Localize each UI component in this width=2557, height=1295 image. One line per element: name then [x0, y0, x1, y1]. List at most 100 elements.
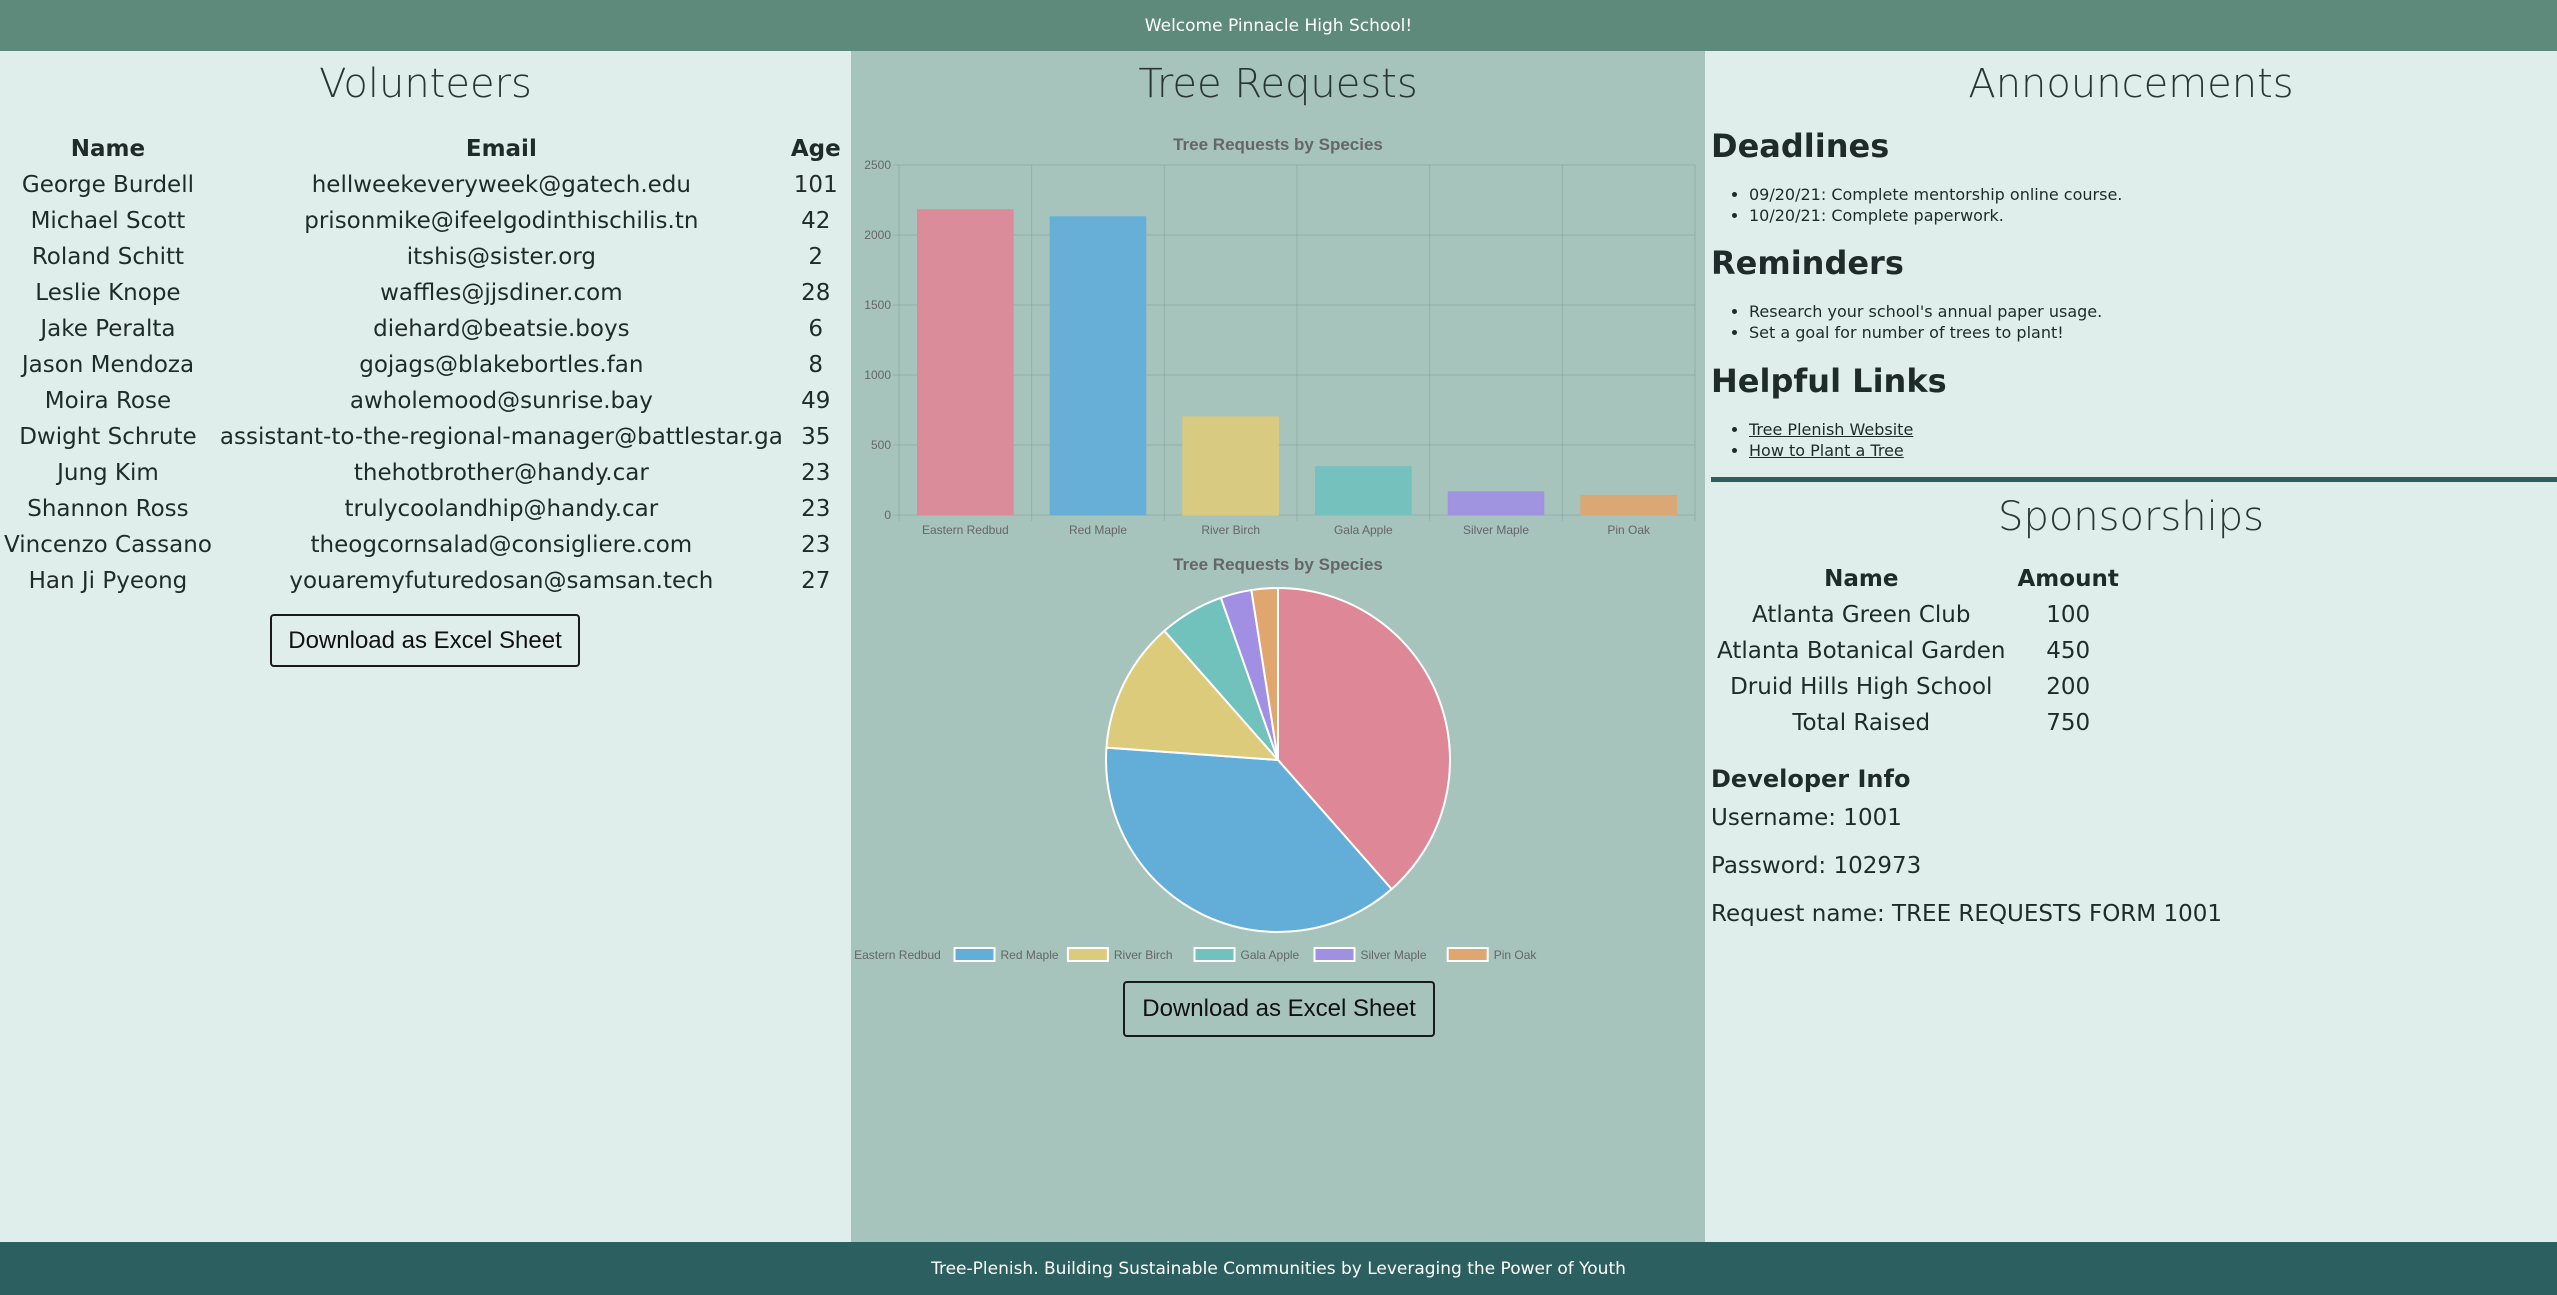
download-tree-requests-button[interactable]: Download as Excel Sheet [1123, 981, 1435, 1037]
helpful-links-list: Tree Plenish Website How to Plant a Tree [1749, 419, 1913, 461]
reminder-item: Research your school's annual paper usag… [1749, 301, 2102, 322]
pie-legend-label: Gala Apple [1241, 948, 1300, 962]
bar-x-tick-label: Eastern Redbud [922, 523, 1009, 537]
sponsor-amount: 200 [2046, 674, 2091, 700]
column-header-email: Email [465, 136, 537, 162]
volunteer-row: Leslie Knope waffles@jjsdiner.com 28 [0, 275, 845, 311]
sponsor-name: Total Raised [1792, 710, 1931, 736]
deadlines-list: 09/20/21: Complete mentorship online cou… [1749, 184, 2122, 226]
volunteers-table-body: George Burdell hellweekeveryweek@gatech.e… [0, 167, 845, 599]
sponsorship-row: Atlanta Green Club 100 [1711, 597, 2125, 633]
developer-username: Username: 1001 [1711, 805, 1902, 831]
volunteer-age: 2 [808, 244, 824, 270]
welcome-banner: Welcome Pinnacle High School! [0, 0, 2557, 51]
tree-plenish-website-link[interactable]: Tree Plenish Website [1749, 420, 1913, 439]
volunteer-name: Jason Mendoza [21, 352, 195, 378]
bar-x-tick-label: River Birch [1201, 523, 1260, 537]
volunteer-email: waffles@jjsdiner.com [380, 280, 623, 306]
bar-red-maple [1049, 216, 1147, 516]
volunteer-email: itshis@sister.org [406, 244, 596, 270]
volunteers-header-row: Name Email Age [0, 131, 845, 167]
reminders-heading: Reminders [1711, 244, 1904, 282]
volunteer-name: Jake Peralta [40, 316, 176, 342]
bar-eastern-redbud [917, 209, 1014, 516]
bar-x-tick-label: Silver Maple [1463, 523, 1529, 537]
volunteer-row: Moira Rose awholemood@sunrise.bay 49 [0, 383, 845, 419]
sponsor-amount: 750 [2046, 710, 2091, 736]
pie-legend-swatch [953, 947, 996, 962]
volunteer-row: Shannon Ross trulycoolandhip@handy.car 23 [0, 491, 845, 527]
volunteer-name: Moira Rose [44, 388, 172, 414]
volunteer-name: Jung Kim [57, 460, 159, 486]
sponsorships-table: Name Amount Atlanta Green Club 100 Atlanta… [1711, 561, 2125, 741]
volunteer-email: gojags@blakebortles.fan [359, 352, 644, 378]
sponsorships-header-row: Name Amount [1711, 561, 2125, 597]
deadline-item: 10/20/21: Complete paperwork. [1749, 205, 2122, 226]
bar-chart-title: Tree Requests by Species [1173, 135, 1383, 154]
volunteer-row: George Burdell hellweekeveryweek@gatech.e… [0, 167, 845, 203]
volunteer-row: Vincenzo Cassano theogcornsalad@consiglie… [0, 527, 845, 563]
bar-pin-oak [1580, 494, 1677, 516]
helpful-links-heading: Helpful Links [1711, 362, 1947, 400]
sponsorship-row: Druid Hills High School 200 [1711, 669, 2125, 705]
footer-text: Tree-Plenish. Building Sustainable Commu… [931, 1258, 1626, 1279]
column-header-age: Age [790, 136, 841, 162]
volunteer-age: 23 [801, 532, 831, 558]
bar-y-tick-label: 1500 [864, 298, 891, 312]
developer-request-name: Request name: TREE REQUESTS FORM 1001 [1711, 901, 2222, 927]
volunteer-row: Jason Mendoza gojags@blakebortles.fan 8 [0, 347, 845, 383]
volunteer-name: George Burdell [21, 172, 194, 198]
volunteer-row: Jung Kim thehotbrother@handy.car 23 [0, 455, 845, 491]
pie-legend-swatch [1446, 947, 1489, 962]
column-header-amount: Amount [2017, 566, 2119, 592]
how-to-plant-a-tree-link[interactable]: How to Plant a Tree [1749, 441, 1904, 460]
volunteer-email: thehotbrother@handy.car [353, 460, 649, 486]
volunteer-age: 6 [808, 316, 824, 342]
bar-y-tick-label: 500 [871, 438, 891, 452]
sponsorships-title: Sponsorships [1998, 494, 2264, 540]
bar-river-birch [1182, 416, 1279, 516]
sponsor-amount: 100 [2046, 602, 2091, 628]
bar-x-tick-label: Pin Oak [1607, 523, 1651, 537]
sponsor-name: Atlanta Green Club [1752, 602, 1971, 628]
volunteer-email: assistant-to-the-regional-manager@battle… [219, 424, 783, 450]
volunteer-row: Michael Scott prisonmike@ifeelgodinthisch… [0, 203, 845, 239]
bar-gala-apple [1315, 466, 1412, 516]
announcements-title: Announcements [1968, 61, 2294, 107]
volunteer-row: Roland Schitt itshis@sister.org 2 [0, 239, 845, 275]
bar-y-tick-label: 2500 [864, 158, 891, 172]
pie-chart-title: Tree Requests by Species [1173, 555, 1383, 574]
volunteer-email: trulycoolandhip@handy.car [344, 496, 659, 522]
volunteer-email: diehard@beatsie.boys [373, 316, 630, 342]
column-header-name: Name [70, 136, 146, 162]
volunteer-age: 23 [801, 460, 831, 486]
volunteer-age: 49 [801, 388, 831, 414]
volunteer-age: 27 [801, 568, 831, 594]
bar-y-tick-label: 0 [884, 508, 891, 522]
reminder-item: Set a goal for number of trees to plant! [1749, 322, 2102, 343]
sponsorships-table-body: Atlanta Green Club 100 Atlanta Botanical G… [1711, 597, 2125, 741]
volunteers-title: Volunteers [319, 61, 532, 107]
volunteer-name: Leslie Knope [35, 280, 181, 306]
deadline-item: 09/20/21: Complete mentorship online cou… [1749, 184, 2122, 205]
volunteer-row: Han Ji Pyeong youaremyfuturedosan@samsan.… [0, 563, 845, 599]
volunteer-name: Shannon Ross [27, 496, 189, 522]
welcome-text: Welcome Pinnacle High School! [1144, 15, 1413, 36]
sponsor-name: Atlanta Botanical Garden [1717, 638, 2006, 664]
volunteer-age: 28 [801, 280, 831, 306]
helpful-link-item: Tree Plenish Website [1749, 419, 1913, 440]
volunteer-age: 23 [801, 496, 831, 522]
volunteers-table: Name Email Age George Burdell hellweekeve… [0, 131, 845, 599]
deadlines-heading: Deadlines [1711, 127, 1890, 165]
bar-y-tick-label: 1000 [864, 368, 891, 382]
volunteer-email: theogcornsalad@consigliere.com [310, 532, 693, 558]
pie-legend-label: Silver Maple [1361, 948, 1427, 962]
volunteer-name: Han Ji Pyeong [28, 568, 188, 594]
sponsor-name: Druid Hills High School [1730, 674, 1993, 700]
column-header-sponsor-name: Name [1824, 566, 1899, 592]
volunteer-email: youaremyfuturedosan@samsan.tech [289, 568, 714, 594]
developer-info-heading: Developer Info [1711, 765, 1911, 793]
pie-legend-swatch [1313, 947, 1356, 962]
download-volunteers-button[interactable]: Download as Excel Sheet [270, 614, 580, 667]
volunteer-age: 42 [801, 208, 831, 234]
